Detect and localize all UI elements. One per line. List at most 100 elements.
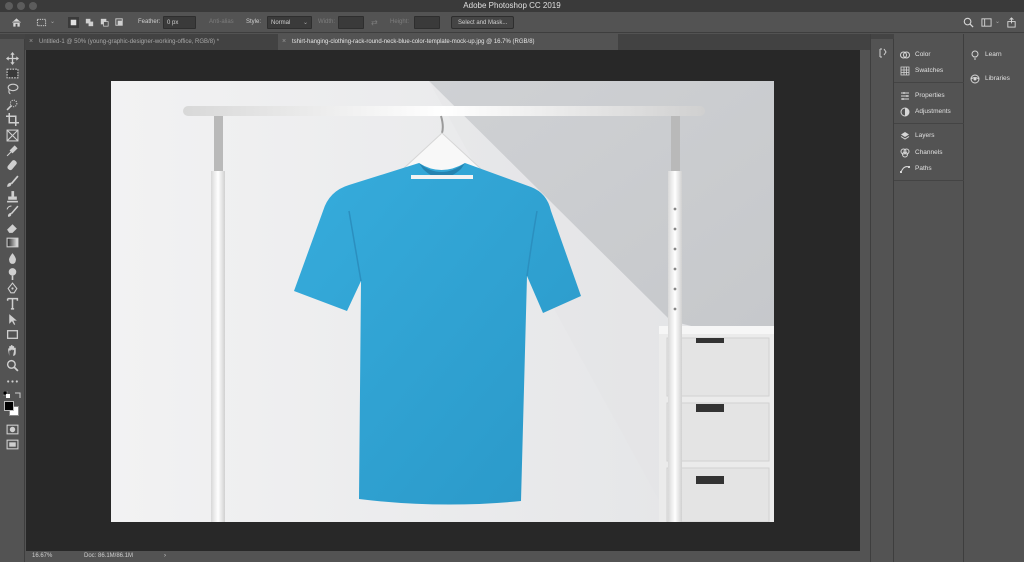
width-input[interactable] [338,16,364,29]
new-selection-icon[interactable] [68,17,79,28]
antialias-checkbox[interactable]: Anti-alias [209,16,234,29]
learn-panel-tab[interactable]: Learn [970,48,1002,62]
select-and-mask-button[interactable]: Select and Mask... [451,16,515,29]
preset-chevron-down-icon[interactable]: ⌄ [50,16,55,29]
quick-mask-icon[interactable] [6,423,19,436]
subtract-from-selection-icon[interactable] [99,17,110,28]
adjustments-panel-tab[interactable]: Adjustments [900,105,951,119]
workspace-icon[interactable] [981,17,992,28]
style-select-value: Normal [271,20,291,26]
zoom-level[interactable]: 16.67% [32,553,52,559]
eraser-tool-icon[interactable] [6,221,19,234]
intersect-selection-icon[interactable] [114,17,125,28]
canvas-area[interactable] [26,50,860,551]
status-bar: 16.67% Doc: 86.1M/86.1M › [26,551,870,562]
gradient-tool-icon[interactable] [6,236,19,249]
window-title: Adobe Photoshop CC 2019 [463,1,561,10]
swatches-panel-label: Swatches [915,67,944,74]
default-colors-icon[interactable] [3,391,11,399]
height-label: Height: [390,19,410,25]
quick-selection-tool-icon[interactable] [6,98,19,111]
adjustments-panel-label: Adjustments [915,108,951,115]
rectangle-tool-icon[interactable] [6,328,19,341]
options-bar: ⌄ Feather: 0 px Anti-alias Style: Normal… [0,12,1024,33]
feather-label: Feather: [138,19,161,25]
rectangular-marquee-tool-icon[interactable] [6,67,19,80]
marquee-preset-icon[interactable] [36,17,47,28]
healing-brush-tool-icon[interactable] [6,159,19,172]
swap-width-height-icon[interactable]: ⇄ [371,16,378,29]
more-tools-icon[interactable] [6,375,19,388]
swatches-panel-icon [900,66,910,76]
home-icon[interactable] [11,17,22,28]
document-tab-bar: × Untitled-1 @ 50% (young-graphic-design… [25,34,870,50]
style-select[interactable]: Normal ⌄ [267,16,312,29]
tshirt-photo [111,81,774,522]
close-tab-icon[interactable]: × [282,34,286,50]
channels-panel-icon [900,148,910,158]
channels-panel-label: Channels [915,149,943,156]
move-tool-icon[interactable] [6,52,19,65]
brush-tool-icon[interactable] [6,175,19,188]
tools-panel-header[interactable] [0,34,25,39]
libraries-icon [970,74,980,84]
paths-panel-tab[interactable]: Paths [900,162,932,176]
tab-tshirt-mockup[interactable]: × tshirt-hanging-clothing-rack-round-nec… [278,34,618,50]
color-panel-label: Color [915,51,931,58]
properties-panel-icon [901,92,909,100]
tools-panel [0,34,25,562]
panel-group-divider [894,82,964,83]
paths-panel-icon [900,166,910,173]
lightbulb-icon [971,50,979,60]
learn-panel-label: Learn [985,51,1002,58]
pen-tool-icon[interactable] [6,282,19,295]
collapsed-panel-strip [870,34,895,562]
layers-panel-icon [900,132,910,140]
hand-tool-icon[interactable] [6,344,19,357]
close-tab-icon[interactable]: × [29,34,33,50]
screen-mode-icon[interactable] [6,438,19,451]
properties-panel-tab[interactable]: Properties [900,89,945,103]
tab-label: Untitled-1 @ 50% (young-graphic-designer… [39,39,220,45]
share-icon[interactable] [1006,17,1017,28]
workspace-chevron-down-icon[interactable]: ⌄ [995,16,1000,29]
lasso-tool-icon[interactable] [6,82,19,95]
paths-panel-label: Paths [915,165,932,172]
add-to-selection-icon[interactable] [84,17,95,28]
swap-colors-icon[interactable] [14,391,22,399]
clone-stamp-tool-icon[interactable] [6,190,19,203]
frame-tool-icon[interactable] [6,129,19,142]
libraries-panel-label: Libraries [985,75,1010,82]
panel-group-divider [894,180,964,181]
layers-panel-tab[interactable]: Layers [900,129,935,143]
layers-panel-label: Layers [915,132,935,139]
feather-input[interactable]: 0 px [163,16,196,29]
search-icon[interactable] [963,17,974,28]
properties-panel-label: Properties [915,92,945,99]
adjustments-panel-icon [900,107,910,117]
panel-group-divider [894,123,964,124]
blur-tool-icon[interactable] [6,252,19,265]
tab-untitled-1[interactable]: × Untitled-1 @ 50% (young-graphic-design… [25,34,278,50]
path-selection-tool-icon[interactable] [6,313,19,326]
dodge-tool-icon[interactable] [6,267,19,280]
color-panel-icon [900,51,910,59]
history-panel-icon[interactable] [878,48,888,58]
style-label: Style: [246,19,262,25]
zoom-tool-icon[interactable] [6,359,19,372]
crop-tool-icon[interactable] [6,113,19,126]
color-panel-tab[interactable]: Color [900,48,931,62]
status-menu-chevron-icon[interactable]: › [164,553,166,559]
channels-panel-tab[interactable]: Channels [900,146,942,160]
swatches-panel-tab[interactable]: Swatches [900,64,943,78]
foreground-color-swatch[interactable] [4,401,14,411]
width-label: Width: [318,19,336,25]
tab-label: tshirt-hanging-clothing-rack-round-neck-… [292,39,535,45]
height-input[interactable] [414,16,440,29]
libraries-panel-tab[interactable]: Libraries [970,72,1010,86]
eyedropper-tool-icon[interactable] [6,144,19,157]
document-image[interactable] [111,81,774,522]
type-tool-icon[interactable] [6,297,19,310]
panel-strip-header[interactable] [871,34,895,39]
history-brush-tool-icon[interactable] [6,205,19,218]
